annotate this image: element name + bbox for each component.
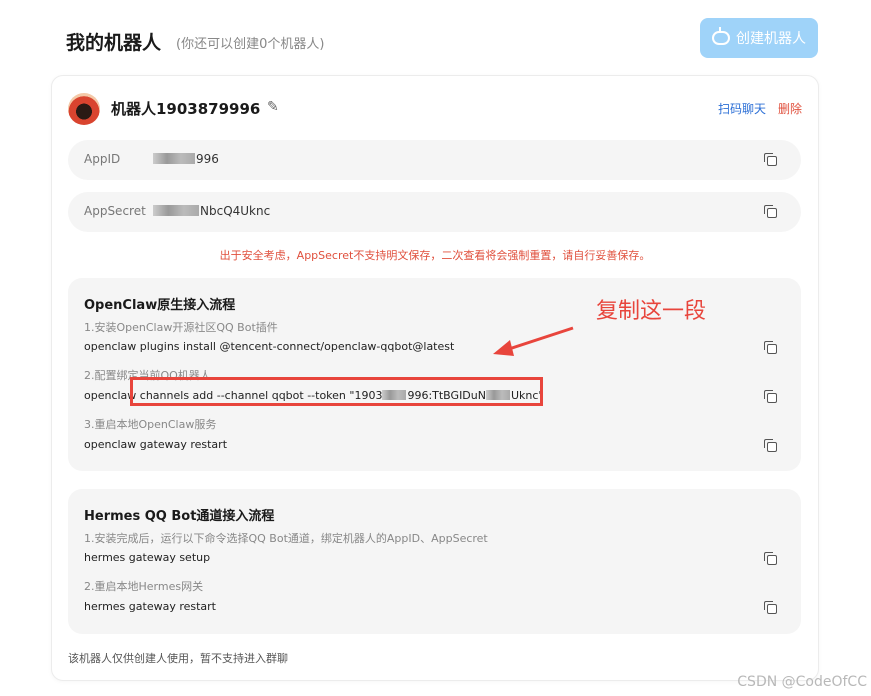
openclaw-cmd-1: openclaw plugins install @tencent-connec… [84, 340, 455, 353]
hermes-title: Hermes QQ Bot通道接入流程 [84, 509, 275, 524]
create-bot-label: 创建机器人 [736, 31, 806, 47]
security-warning: 出于安全考虑，AppSecret不支持明文保存，二次查看将会强制重置，请自行妥善… [219, 249, 651, 262]
copy-icon[interactable] [764, 341, 777, 354]
avatar [68, 93, 100, 125]
copy-icon[interactable] [764, 390, 777, 403]
hermes-cmd-1: hermes gateway setup [84, 551, 211, 564]
openclaw-step-1: 1.安装OpenClaw开源社区QQ Bot插件 [84, 321, 278, 334]
appsecret-value: NbcQ4Uknc [153, 204, 270, 218]
copy-icon[interactable] [764, 205, 777, 218]
masked-value [153, 153, 195, 164]
hermes-step-2: 2.重启本地Hermes网关 [84, 580, 204, 593]
appid-label: AppID [84, 152, 121, 166]
appid-visible: 996 [196, 152, 219, 166]
copy-icon[interactable] [764, 601, 777, 614]
appsecret-field: AppSecret NbcQ4Uknc [68, 192, 801, 232]
hermes-cmd-2: hermes gateway restart [84, 600, 216, 613]
copy-icon[interactable] [764, 439, 777, 452]
openclaw-title: OpenClaw原生接入流程 [84, 298, 236, 313]
watermark: CSDN @CodeOfCC [737, 674, 867, 690]
create-bot-button[interactable]: 创建机器人 [700, 18, 818, 58]
appsecret-visible: NbcQ4Uknc [200, 204, 271, 218]
scan-chat-link[interactable]: 扫码聊天 [718, 100, 766, 117]
openclaw-step-3: 3.重启本地OpenClaw服务 [84, 418, 217, 431]
hermes-step-1: 1.安装完成后，运行以下命令选择QQ Bot通道，绑定机器人的AppID、App… [84, 532, 488, 545]
copy-icon[interactable] [764, 153, 777, 166]
appsecret-label: AppSecret [84, 204, 146, 218]
page-title: 我的机器人 [66, 32, 162, 54]
appid-field: AppID 996 [68, 140, 801, 180]
openclaw-cmd-3: openclaw gateway restart [84, 438, 228, 451]
bot-name: 机器人1903879996 [111, 100, 261, 118]
pencil-icon[interactable]: ✎ [267, 100, 281, 114]
hermes-section: Hermes QQ Bot通道接入流程 1.安装完成后，运行以下命令选择QQ B… [68, 489, 801, 634]
appid-value: 996 [153, 152, 219, 166]
annotation-arrow-icon [493, 326, 574, 356]
delete-link[interactable]: 删除 [778, 100, 802, 117]
robot-icon [712, 27, 730, 45]
masked-value [153, 205, 199, 216]
page-header: 我的机器人 (你还可以创建0个机器人) 创建机器人 [66, 18, 818, 66]
footer-note: 该机器人仅供创建人使用，暂不支持进入群聊 [68, 652, 288, 665]
quota-note: (你还可以创建0个机器人) [176, 37, 325, 52]
copy-icon[interactable] [764, 552, 777, 565]
annotation-highlight-box [130, 377, 543, 406]
annotation-callout: 复制这一段 [596, 299, 707, 324]
